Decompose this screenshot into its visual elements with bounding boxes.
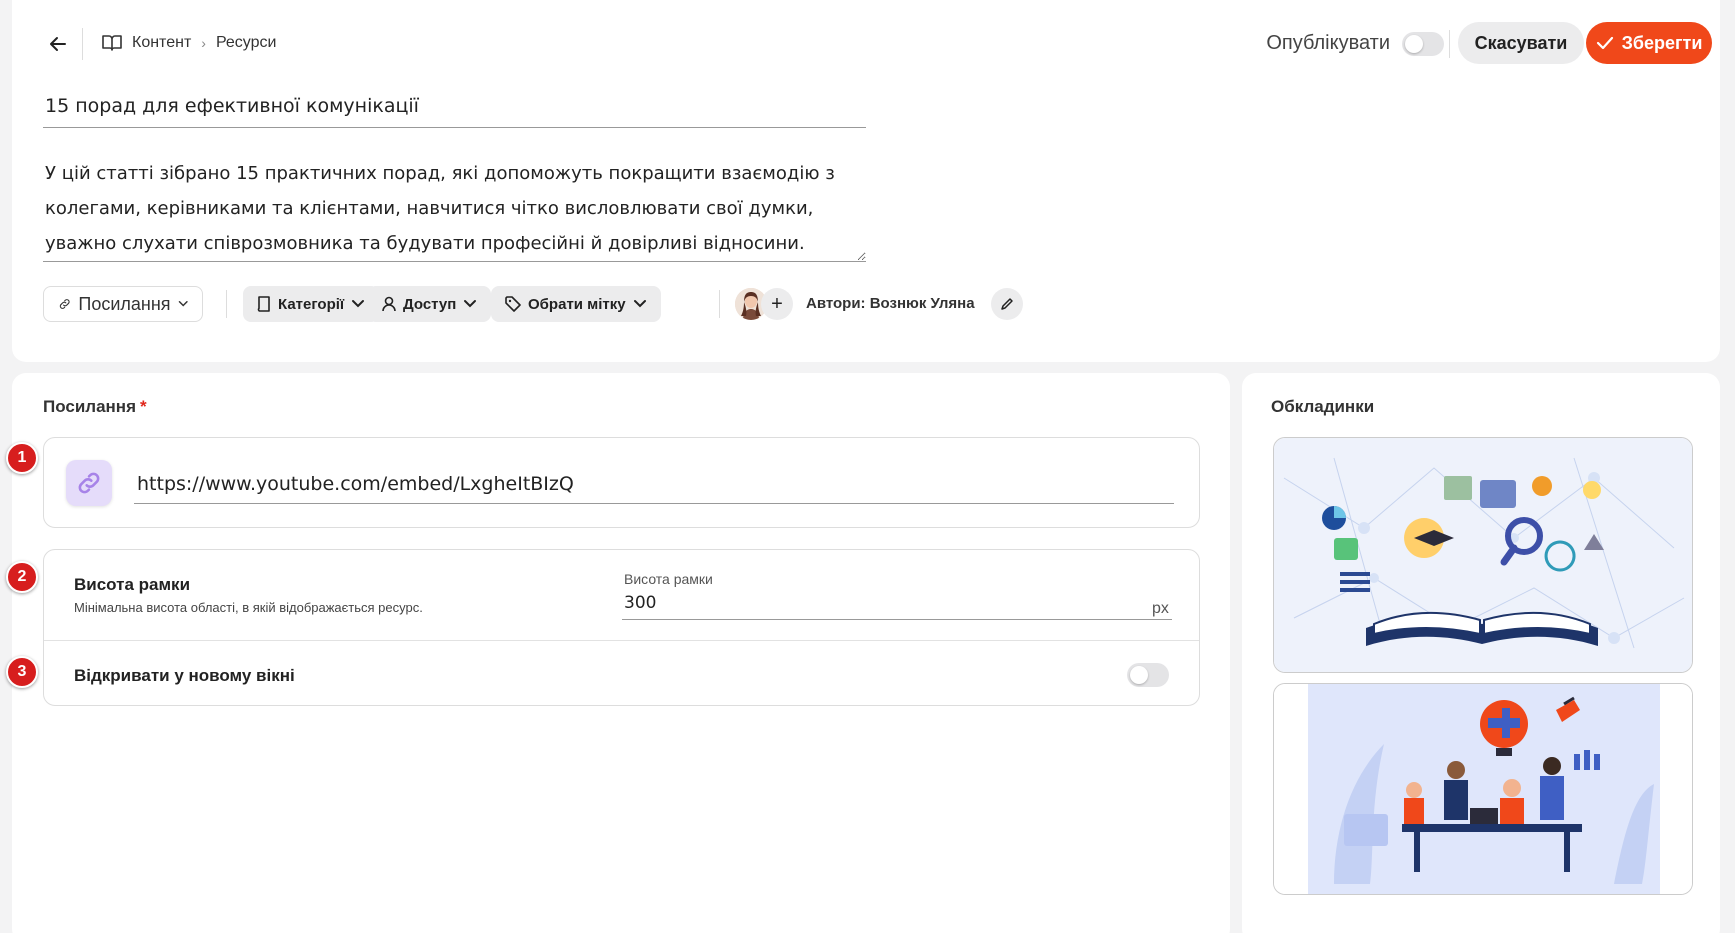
covers-title: Обкладинки [1271,397,1375,416]
link-section-title: Посилання * [43,397,147,416]
categories-dropdown[interactable]: Категорії [243,286,380,322]
new-window-toggle[interactable] [1127,663,1169,687]
description-field[interactable]: У цій статті зібрано 15 практичних порад… [43,156,866,262]
check-icon [1596,36,1613,50]
divider [226,290,227,318]
chevron-down-icon [633,300,646,308]
book-icon [257,296,270,312]
tag-dropdown[interactable]: Обрати мітку [491,286,661,322]
resource-type-dropdown[interactable]: Посилання [43,286,203,322]
save-button[interactable]: Зберегти [1586,22,1712,64]
frame-height-row: Висота рамки Мінімальна висота області, … [44,550,1199,641]
new-window-label: Відкривати у новому вікні [74,666,295,685]
frame-height-unit: px [1152,600,1169,617]
tag-label: Обрати мітку [528,295,626,313]
resource-header-card: Контент › Ресурси Опублікувати Скасувати… [12,0,1720,362]
link-icon [59,299,70,309]
breadcrumb-item-resources[interactable]: Ресурси [216,34,277,52]
annotation-marker-1: 1 [6,442,38,474]
header-bar: Контент › Ресурси Опублікувати Скасувати… [12,22,1720,66]
authors-label: Автори: Вознюк Уляна [806,295,975,312]
publish-label: Опублікувати [1266,32,1390,54]
teamwork-cover-image [1274,684,1692,894]
arrow-left-icon [50,37,66,51]
resource-type-label: Посилання [78,293,171,314]
back-button[interactable] [44,30,72,58]
education-cover-image [1274,438,1692,672]
annotation-marker-3: 3 [6,656,38,688]
pencil-icon [1001,298,1013,310]
publish-toggle[interactable] [1402,32,1444,56]
annotation-marker-2: 2 [6,561,38,593]
link-settings-card: Посилання* Висота рамки Мінімальна висот… [12,373,1230,933]
divider [82,28,83,60]
book-icon [102,35,122,51]
chevron-down-icon [464,300,477,308]
chevron-right-icon: › [201,35,206,51]
divider [1449,30,1450,58]
frame-height-field-label: Висота рамки [624,571,713,587]
chevron-down-icon [352,300,365,308]
categories-label: Категорії [278,295,345,313]
cover-option-education[interactable] [1273,437,1693,673]
breadcrumb: Контент › Ресурси [102,34,276,52]
add-author-button[interactable]: + [761,288,793,320]
divider [719,290,720,318]
plus-icon: + [771,292,783,315]
resource-toolbar: Посилання Категорії Доступ Обрати мітку … [43,286,1043,322]
user-icon [382,296,396,312]
access-dropdown[interactable]: Доступ [368,286,492,322]
tag-icon [505,296,521,312]
edit-authors-button[interactable] [991,288,1023,320]
save-label: Зберегти [1621,32,1703,53]
access-label: Доступ [403,295,457,313]
frame-height-title: Висота рамки [74,575,191,594]
frame-settings-box: Висота рамки Мінімальна висота області, … [43,549,1200,706]
covers-card: Обкладинки [1242,373,1720,933]
cancel-button[interactable]: Скасувати [1458,22,1584,64]
cover-option-teamwork[interactable] [1273,683,1693,895]
required-mark: * [140,397,147,416]
frame-height-input[interactable] [622,590,1172,620]
link-icon [66,460,112,506]
url-input[interactable] [134,462,1174,504]
url-field-box [43,437,1200,528]
title-field[interactable] [43,92,866,128]
frame-height-description: Мінімальна висота області, в якій відобр… [74,600,423,615]
chevron-down-icon [178,301,188,307]
breadcrumb-item-content[interactable]: Контент [132,34,191,52]
